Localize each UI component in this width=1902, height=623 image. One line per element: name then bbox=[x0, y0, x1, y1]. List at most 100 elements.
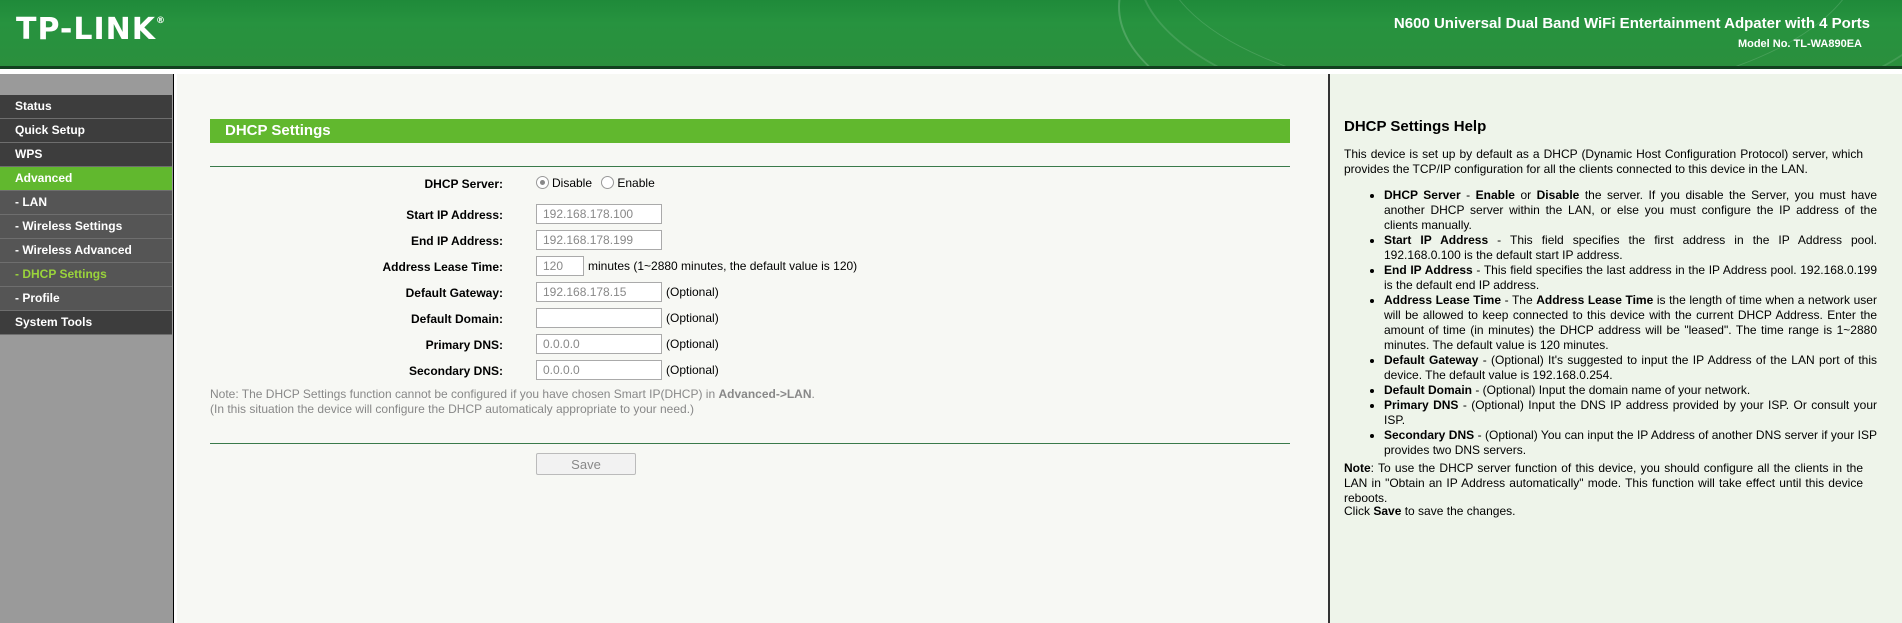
help-text: - (Optional) Input the domain name of yo… bbox=[1472, 383, 1751, 397]
secondary-dns-row: Secondary DNS: (Optional) bbox=[210, 360, 1310, 382]
end-ip-row: End IP Address: bbox=[210, 230, 1310, 252]
end-ip-field bbox=[536, 230, 662, 252]
gateway-label: Default Gateway: bbox=[405, 286, 503, 300]
header-decoration bbox=[1160, 0, 1862, 66]
dhcp-server-radio-group: Disable Enable bbox=[536, 175, 661, 197]
help-term: Default Domain bbox=[1384, 383, 1473, 397]
help-term: Primary DNS bbox=[1384, 398, 1459, 412]
help-item-domain: Default Domain - (Optional) Input the do… bbox=[1384, 383, 1877, 398]
sidebar-item-dhcp-settings[interactable]: - DHCP Settings bbox=[0, 263, 172, 287]
help-term: Address Lease Time bbox=[1384, 293, 1502, 307]
sidebar-item-quick-setup[interactable]: Quick Setup bbox=[0, 119, 172, 143]
dhcp-note-line2: (In this situation the device will confi… bbox=[210, 402, 695, 416]
help-item-secondary-dns: Secondary DNS - (Optional) You can input… bbox=[1384, 428, 1877, 458]
help-item-primary-dns: Primary DNS - (Optional) Input the DNS I… bbox=[1384, 398, 1877, 428]
help-item-dhcp-server: DHCP Server - Enable or Disable the serv… bbox=[1384, 188, 1877, 233]
save-button[interactable]: Save bbox=[536, 453, 636, 475]
primary-dns-field: (Optional) bbox=[536, 334, 719, 356]
help-term: Default Gateway bbox=[1384, 353, 1479, 367]
help-term: Start IP Address bbox=[1384, 233, 1489, 247]
sidebar-item-profile[interactable]: - Profile bbox=[0, 287, 172, 311]
end-ip-input[interactable] bbox=[536, 230, 662, 250]
help-text: - (Optional) Input the DNS IP address pr… bbox=[1384, 398, 1877, 427]
domain-field: (Optional) bbox=[536, 308, 719, 330]
sidebar: Status Quick Setup WPS Advanced - LAN - … bbox=[0, 74, 173, 623]
help-save-instruction: Click Save to save the changes. bbox=[1344, 504, 1515, 518]
logo-registered-mark: ® bbox=[156, 16, 167, 26]
help-term: Disable bbox=[1536, 188, 1580, 202]
dhcp-disable-radio[interactable] bbox=[536, 176, 549, 190]
lease-time-row: Address Lease Time: minutes (1~2880 minu… bbox=[210, 256, 1310, 278]
help-list: DHCP Server - Enable or Disable the serv… bbox=[1370, 188, 1877, 458]
help-note-text: : To use the DHCP server function of thi… bbox=[1344, 461, 1863, 505]
sidebar-item-wps[interactable]: WPS bbox=[0, 143, 172, 167]
gateway-input[interactable] bbox=[536, 282, 662, 302]
primary-dns-input[interactable] bbox=[536, 334, 662, 354]
sidebar-item-lan[interactable]: - LAN bbox=[0, 191, 172, 215]
sidebar-item-status[interactable]: Status bbox=[0, 95, 172, 119]
secondary-dns-label: Secondary DNS: bbox=[408, 364, 503, 378]
gateway-field: (Optional) bbox=[536, 282, 719, 304]
domain-optional: (Optional) bbox=[666, 311, 719, 325]
help-panel: DHCP Settings Help This device is set up… bbox=[1330, 74, 1902, 623]
domain-row: Default Domain: (Optional) bbox=[210, 308, 1310, 330]
help-text: or bbox=[1514, 188, 1537, 202]
sidebar-item-system-tools[interactable]: System Tools bbox=[0, 311, 172, 335]
sidebar-item-wireless-advanced[interactable]: - Wireless Advanced bbox=[0, 239, 172, 263]
product-title: N600 Universal Dual Band WiFi Entertainm… bbox=[1393, 15, 1870, 32]
divider-line bbox=[210, 443, 1290, 444]
dhcp-server-row: DHCP Server: Disable Enable bbox=[210, 173, 1310, 195]
main-content: DHCP Settings DHCP Server: Disable Enabl… bbox=[177, 74, 1328, 623]
help-item-end-ip: End IP Address - This field specifies th… bbox=[1384, 263, 1877, 293]
gateway-row: Default Gateway: (Optional) bbox=[210, 282, 1310, 304]
sidebar-item-wireless-settings[interactable]: - Wireless Settings bbox=[0, 215, 172, 239]
help-term: DHCP Server bbox=[1384, 188, 1461, 202]
help-term: Enable bbox=[1475, 188, 1515, 202]
dhcp-enable-label: Enable bbox=[617, 175, 655, 190]
primary-dns-label: Primary DNS: bbox=[425, 338, 503, 352]
sidebar-item-advanced[interactable]: Advanced bbox=[0, 167, 172, 191]
note-text: Note: The DHCP Settings function cannot … bbox=[210, 387, 719, 401]
lease-time-field: minutes (1~2880 minutes, the default val… bbox=[536, 256, 857, 278]
start-ip-row: Start IP Address: bbox=[210, 204, 1310, 226]
help-term: Address Lease Time bbox=[1536, 293, 1654, 307]
dhcp-note: Note: The DHCP Settings function cannot … bbox=[210, 387, 1290, 417]
help-item-start-ip: Start IP Address - This field specifies … bbox=[1384, 233, 1877, 263]
dhcp-server-label: DHCP Server: bbox=[424, 177, 503, 191]
dhcp-note-line1: Note: The DHCP Settings function cannot … bbox=[210, 387, 1290, 402]
help-text: to save the changes. bbox=[1401, 504, 1516, 518]
end-ip-label: End IP Address: bbox=[410, 234, 503, 248]
lease-time-hint: minutes (1~2880 minutes, the default val… bbox=[588, 259, 858, 273]
help-text: - bbox=[1460, 188, 1476, 202]
help-item-gateway: Default Gateway - (Optional) It's sugges… bbox=[1384, 353, 1877, 383]
domain-label: Default Domain: bbox=[410, 312, 503, 326]
lease-time-input[interactable] bbox=[536, 256, 584, 276]
help-item-lease-time: Address Lease Time - The Address Lease T… bbox=[1384, 293, 1877, 353]
help-text: Click bbox=[1344, 504, 1374, 518]
primary-dns-row: Primary DNS: (Optional) bbox=[210, 334, 1310, 356]
domain-input[interactable] bbox=[536, 308, 662, 328]
dhcp-disable-label: Disable bbox=[552, 175, 593, 190]
model-number: Model No. TL-WA890EA bbox=[1737, 38, 1862, 50]
gateway-optional: (Optional) bbox=[666, 285, 719, 299]
sidebar-menu: Status Quick Setup WPS Advanced - LAN - … bbox=[0, 95, 172, 335]
start-ip-input[interactable] bbox=[536, 204, 662, 224]
help-title: DHCP Settings Help bbox=[1344, 118, 1487, 135]
divider-line bbox=[210, 166, 1290, 167]
help-term: End IP Address bbox=[1384, 263, 1473, 277]
note-advanced-lan: Advanced->LAN bbox=[718, 387, 812, 401]
start-ip-label: Start IP Address: bbox=[406, 208, 503, 222]
help-note-label: Note bbox=[1344, 461, 1371, 475]
logo-text: TP-LINK bbox=[16, 12, 157, 47]
lease-time-label: Address Lease Time: bbox=[382, 260, 504, 274]
dhcp-enable-radio[interactable] bbox=[601, 176, 615, 190]
start-ip-field bbox=[536, 204, 662, 226]
primary-dns-optional: (Optional) bbox=[666, 337, 719, 351]
note-text: . bbox=[811, 387, 815, 401]
help-term: Save bbox=[1373, 504, 1402, 518]
help-intro: This device is set up by default as a DH… bbox=[1344, 147, 1863, 176]
help-term: Secondary DNS bbox=[1384, 428, 1475, 442]
secondary-dns-field: (Optional) bbox=[536, 360, 719, 382]
tplink-logo: TP-LINK® bbox=[16, 12, 166, 47]
secondary-dns-input[interactable] bbox=[536, 360, 662, 380]
